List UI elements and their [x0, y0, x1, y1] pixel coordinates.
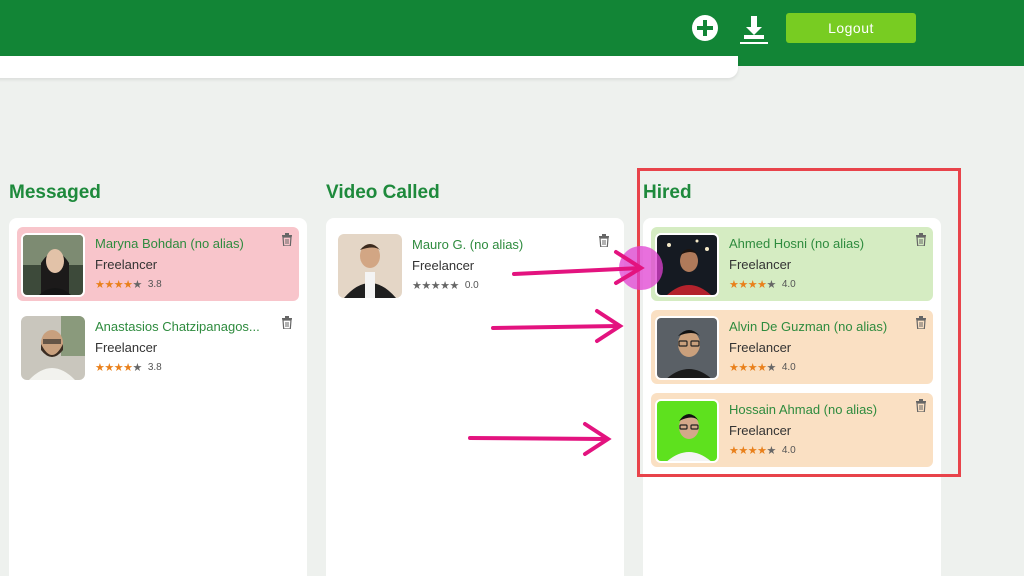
trash-icon[interactable] [915, 233, 927, 246]
column-title-hired: Hired [643, 182, 692, 203]
star-rating-icon: ★★★★★ [729, 444, 776, 457]
avatar [655, 399, 719, 463]
candidate-card[interactable]: Hossain Ahmad (no alias) Freelancer ★★★★… [651, 393, 933, 467]
candidate-role: Freelancer [95, 340, 158, 355]
star-rating-icon: ★★★★★ [95, 361, 142, 374]
rating: ★★★★★ 3.8 [95, 278, 162, 291]
column-hired: Ahmed Hosni (no alias) Freelancer ★★★★★ … [643, 218, 941, 576]
filter-panel [0, 56, 738, 78]
avatar [21, 316, 85, 380]
candidate-card[interactable]: Maryna Bohdan (no alias) Freelancer ★★★★… [17, 227, 299, 301]
candidate-name[interactable]: Hossain Ahmad (no alias) [729, 402, 919, 417]
star-rating-icon: ★★★★★ [412, 279, 459, 292]
rating-value: 3.8 [147, 279, 162, 290]
trash-icon[interactable] [598, 234, 610, 247]
trash-icon[interactable] [281, 233, 293, 246]
candidate-name[interactable]: Alvin De Guzman (no alias) [729, 319, 919, 334]
candidate-role: Freelancer [729, 423, 792, 438]
rating: ★★★★★ 4.0 [729, 444, 796, 457]
rating: ★★★★★ 3.8 [95, 361, 162, 374]
logout-button[interactable]: Logout [786, 13, 916, 43]
trash-icon[interactable] [281, 316, 293, 329]
candidate-card[interactable]: Ahmed Hosni (no alias) Freelancer ★★★★★ … [651, 227, 933, 301]
rating-value: 4.0 [781, 279, 796, 290]
star-rating-icon: ★★★★★ [729, 278, 776, 291]
column-title-messaged: Messaged [9, 182, 101, 203]
rating: ★★★★★ 4.0 [729, 278, 796, 291]
rating-value: 0.0 [464, 280, 479, 291]
candidate-name[interactable]: Ahmed Hosni (no alias) [729, 236, 919, 251]
candidate-name[interactable]: Maryna Bohdan (no alias) [95, 236, 285, 251]
star-rating-icon: ★★★★★ [95, 278, 142, 291]
candidate-name[interactable]: Anastasios Chatzipanagos... [95, 319, 285, 334]
rating-value: 3.8 [147, 362, 162, 373]
plus-circle-icon[interactable] [692, 15, 718, 41]
rating: ★★★★★ 4.0 [729, 361, 796, 374]
download-icon[interactable] [738, 13, 770, 45]
candidate-role: Freelancer [95, 257, 158, 272]
candidate-role: Freelancer [729, 257, 792, 272]
avatar [655, 233, 719, 297]
avatar [338, 234, 402, 298]
candidate-card[interactable]: Alvin De Guzman (no alias) Freelancer ★★… [651, 310, 933, 384]
candidate-card[interactable]: Mauro G. (no alias) Freelancer ★★★★★ 0.0 [334, 228, 616, 302]
candidate-card[interactable]: Anastasios Chatzipanagos... Freelancer ★… [17, 310, 299, 384]
candidate-name[interactable]: Mauro G. (no alias) [412, 237, 602, 252]
column-video-called: Mauro G. (no alias) Freelancer ★★★★★ 0.0 [326, 218, 624, 576]
avatar [21, 233, 85, 297]
column-title-video-called: Video Called [326, 182, 440, 203]
trash-icon[interactable] [915, 316, 927, 329]
star-rating-icon: ★★★★★ [729, 361, 776, 374]
candidate-role: Freelancer [412, 258, 475, 273]
rating-value: 4.0 [781, 445, 796, 456]
avatar [655, 316, 719, 380]
trash-icon[interactable] [915, 399, 927, 412]
column-messaged: Maryna Bohdan (no alias) Freelancer ★★★★… [9, 218, 307, 576]
rating: ★★★★★ 0.0 [412, 279, 479, 292]
rating-value: 4.0 [781, 362, 796, 373]
candidate-role: Freelancer [729, 340, 792, 355]
